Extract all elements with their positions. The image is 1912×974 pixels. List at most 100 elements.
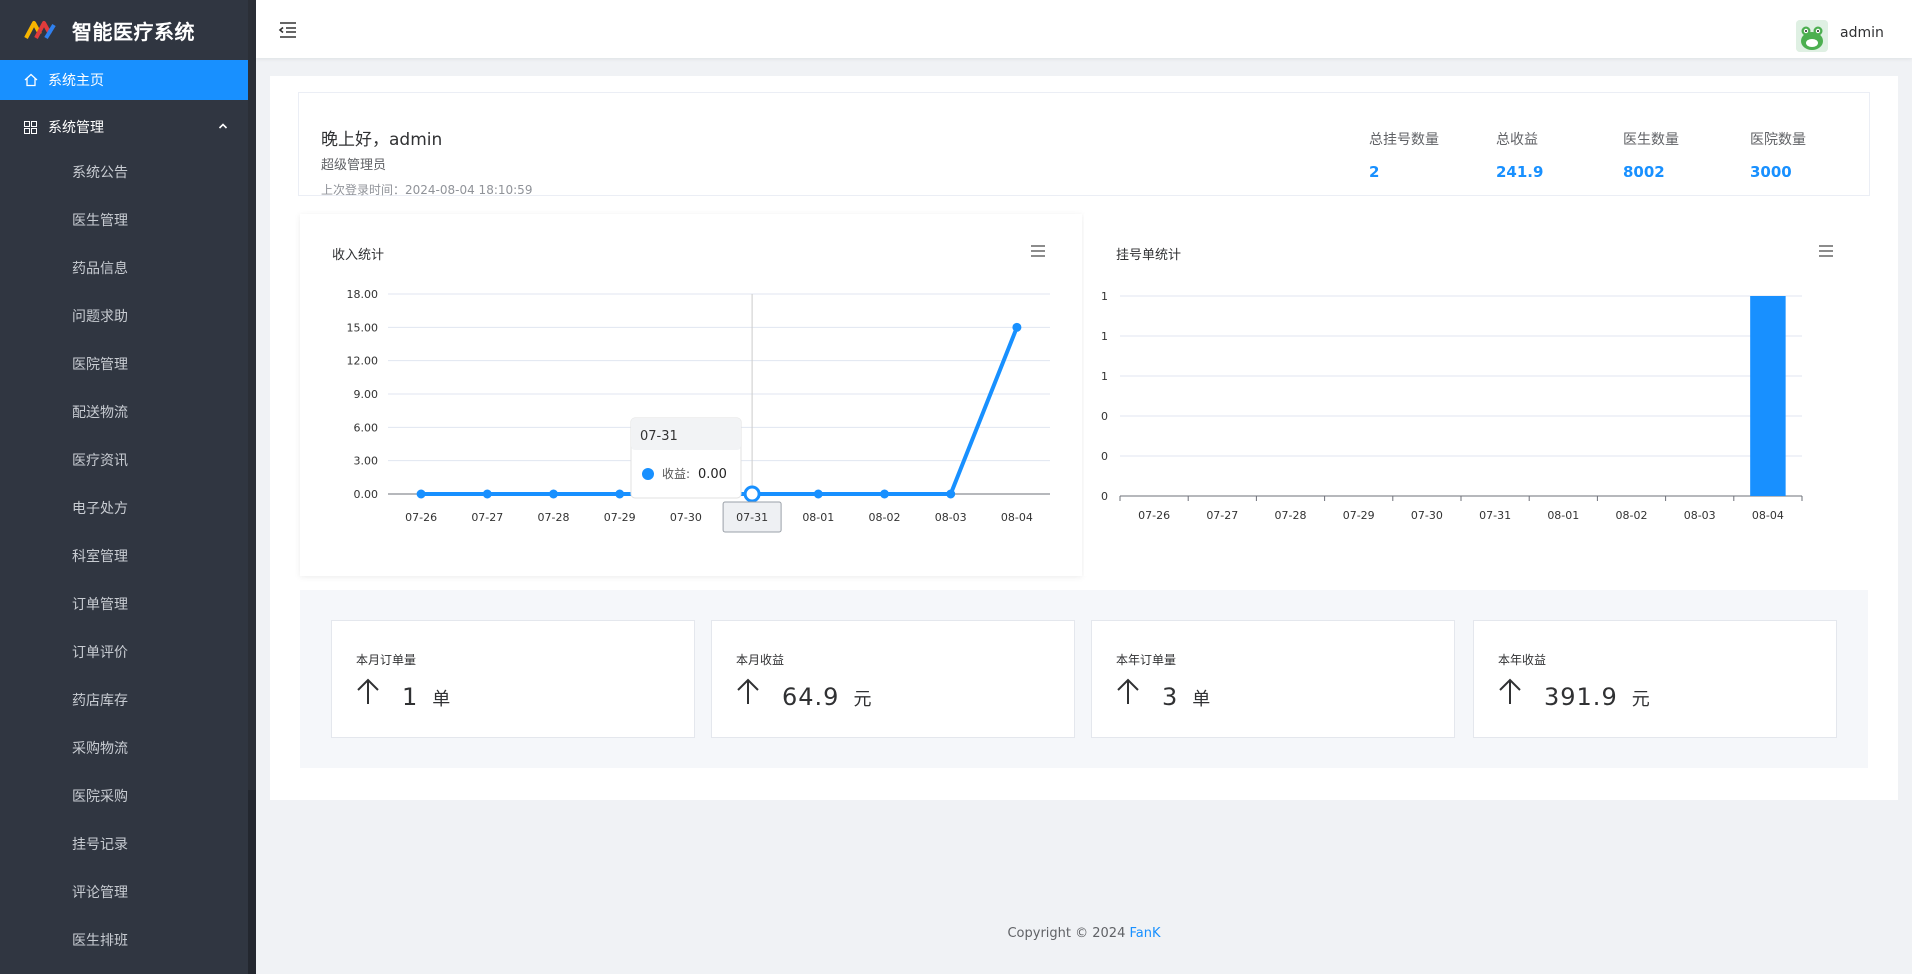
sidebar-group-label: 系统管理 xyxy=(48,120,104,136)
app-logo[interactable]: 智能医疗系统 xyxy=(0,0,256,60)
sidebar-subitem[interactable]: 医疗资讯 xyxy=(0,436,248,484)
x-tick-label: 07-29 xyxy=(604,511,636,524)
y-tick-label: 6.00 xyxy=(354,421,379,434)
tooltip-value: 0.00 xyxy=(698,467,727,482)
sidebar-scrollbar[interactable] xyxy=(248,0,256,974)
sidebar-subitem[interactable]: 配送物流 xyxy=(0,388,248,436)
sidebar-subitem[interactable]: 订单管理 xyxy=(0,580,248,628)
sidebar-subitem[interactable]: 医生管理 xyxy=(0,196,248,244)
sidebar-subitem[interactable]: 订单评价 xyxy=(0,628,248,676)
x-tick-label: 08-01 xyxy=(802,511,834,524)
data-point xyxy=(1012,322,1022,332)
data-point xyxy=(549,489,558,499)
dashboard-panel: 晚上好，admin 超级管理员 上次登录时间：2024-08-04 18:10:… xyxy=(270,76,1898,800)
logo-icon xyxy=(24,21,56,40)
avatar[interactable] xyxy=(1796,20,1828,52)
x-tick-label: 07-31 xyxy=(736,511,768,524)
summary-month-revenue: 本月收益 64.9 元 xyxy=(711,620,1075,738)
y-tick-label: 0.00 xyxy=(354,488,379,501)
data-point xyxy=(743,485,761,503)
income-line-chart[interactable]: 0.00 3.00 6.00 9.00 12.00 15.00 18.00 07-26 07-2… xyxy=(300,214,1082,576)
sidebar-subitem[interactable]: 科室管理 xyxy=(0,532,248,580)
stat-doctors: 医生数量 8002 xyxy=(1623,132,1679,181)
sidebar-subitem[interactable]: 医院管理 xyxy=(0,340,248,388)
y-tick-label: 0 xyxy=(1101,410,1108,423)
sidebar-item-home[interactable]: 系统主页 xyxy=(0,60,248,100)
arrow-up-icon xyxy=(357,678,379,704)
income-chart-card: 收入统计 0.00 3.00 6.00 9.00 12.00 15.00 18.00 07-2… xyxy=(300,214,1082,576)
sidebar-subitem[interactable]: 采购物流 xyxy=(0,724,248,772)
x-tick-label: 07-26 xyxy=(1138,509,1170,522)
sidebar: 智能医疗系统 系统主页 系统管理 系统公告 医生管理 药品信息 问题求助 医院管理 配送物… xyxy=(0,0,256,974)
copyright-text: Copyright © 2024 xyxy=(1007,926,1126,941)
welcome-card: 晚上好，admin 超级管理员 上次登录时间：2024-08-04 18:10:… xyxy=(298,92,1870,197)
x-tick-label: 07-30 xyxy=(670,511,702,524)
x-tick-label: 07-27 xyxy=(1206,509,1238,522)
summary-section: 本月订单量 1 单 本月收益 64.9 元 本年订单量 3 单 本年收益 391… xyxy=(300,590,1868,768)
x-tick-label: 08-04 xyxy=(1001,511,1033,524)
x-tick-label: 07-31 xyxy=(1479,509,1511,522)
data-point xyxy=(482,489,492,499)
x-tick-label: 07-30 xyxy=(1411,509,1443,522)
stat-revenue: 总收益 241.9 xyxy=(1496,132,1544,181)
sidebar-item-label: 系统主页 xyxy=(48,73,104,89)
sidebar-subitem[interactable]: 评论管理 xyxy=(0,868,248,916)
tooltip-category: 07-31 xyxy=(640,429,678,444)
y-tick-label: 9.00 xyxy=(354,388,379,401)
author-link[interactable]: FanK xyxy=(1130,926,1161,941)
chart-tooltip: 07-31 收益: 0.00 xyxy=(630,417,742,499)
arrow-up-icon xyxy=(1499,678,1521,704)
top-header: admin xyxy=(256,0,1912,58)
sidebar-submenu: 系统公告 医生管理 药品信息 问题求助 医院管理 配送物流 医疗资讯 电子处方 科室管理 订单管理… xyxy=(0,148,248,964)
sidebar-subitem[interactable]: 药店库存 xyxy=(0,676,248,724)
x-tick-label: 08-04 xyxy=(1752,509,1784,522)
data-point xyxy=(946,489,956,499)
sidebar-subitem[interactable]: 医生排班 xyxy=(0,916,248,964)
summary-year-orders: 本年订单量 3 单 xyxy=(1091,620,1455,738)
menu-fold-icon[interactable] xyxy=(278,20,298,40)
header-username[interactable]: admin xyxy=(1840,25,1884,41)
sidebar-subitem[interactable]: 医院采购 xyxy=(0,772,248,820)
y-tick-label: 1 xyxy=(1101,290,1108,303)
y-tick-label: 15.00 xyxy=(347,321,379,334)
sidebar-subitem[interactable]: 电子处方 xyxy=(0,484,248,532)
sidebar-subitem[interactable]: 问题求助 xyxy=(0,292,248,340)
data-point xyxy=(813,489,823,499)
y-tick-label: 3.00 xyxy=(354,455,379,468)
sidebar-subitem[interactable]: 挂号记录 xyxy=(0,820,248,868)
page-footer: Copyright © 2024 FanK xyxy=(256,926,1912,941)
sidebar-group-system[interactable]: 系统管理 xyxy=(0,107,248,147)
y-tick-label: 1 xyxy=(1101,370,1108,383)
chevron-up-icon xyxy=(218,123,228,129)
registration-bar-chart[interactable]: 0 0 0 1 1 1 07-26 07-27 07-28 07-29 07-30 07-31 08-0… xyxy=(1084,214,1870,576)
grid-icon xyxy=(24,120,37,134)
x-tick-label: 07-29 xyxy=(1343,509,1375,522)
x-tick-label: 08-01 xyxy=(1547,509,1579,522)
y-tick-label: 1 xyxy=(1101,330,1108,343)
tooltip-label: 收益: xyxy=(662,467,690,481)
x-tick-label: 07-27 xyxy=(471,511,503,524)
y-tick-label: 0 xyxy=(1101,450,1108,463)
arrow-up-icon xyxy=(737,678,759,704)
registration-chart-card: 挂号单统计 0 0 0 1 1 1 07-26 07-27 07-28 07-29 07-30 07-… xyxy=(1084,214,1870,576)
summary-year-revenue: 本年收益 391.9 元 xyxy=(1473,620,1837,738)
frog-avatar-icon xyxy=(1796,20,1828,52)
x-tick-label: 07-26 xyxy=(405,511,437,524)
data-point xyxy=(880,489,889,499)
sidebar-subitem[interactable]: 药品信息 xyxy=(0,244,248,292)
stat-hospitals: 医院数量 3000 xyxy=(1750,132,1806,181)
x-tick-label: 08-03 xyxy=(1684,509,1716,522)
x-tick-label: 08-02 xyxy=(1616,509,1648,522)
bar xyxy=(1750,296,1786,496)
last-login-time: 上次登录时间：2024-08-04 18:10:59 xyxy=(321,183,533,197)
app-title: 智能医疗系统 xyxy=(72,19,195,44)
y-tick-label: 12.00 xyxy=(347,355,379,368)
home-icon xyxy=(24,73,38,87)
y-tick-label: 0 xyxy=(1101,490,1108,503)
data-point xyxy=(615,489,625,499)
user-role: 超级管理员 xyxy=(321,158,387,173)
tooltip-marker xyxy=(642,468,654,480)
stat-registrations: 总挂号数量 2 xyxy=(1369,132,1439,181)
sidebar-subitem[interactable]: 系统公告 xyxy=(0,148,248,196)
x-tick-label: 07-28 xyxy=(1275,509,1307,522)
